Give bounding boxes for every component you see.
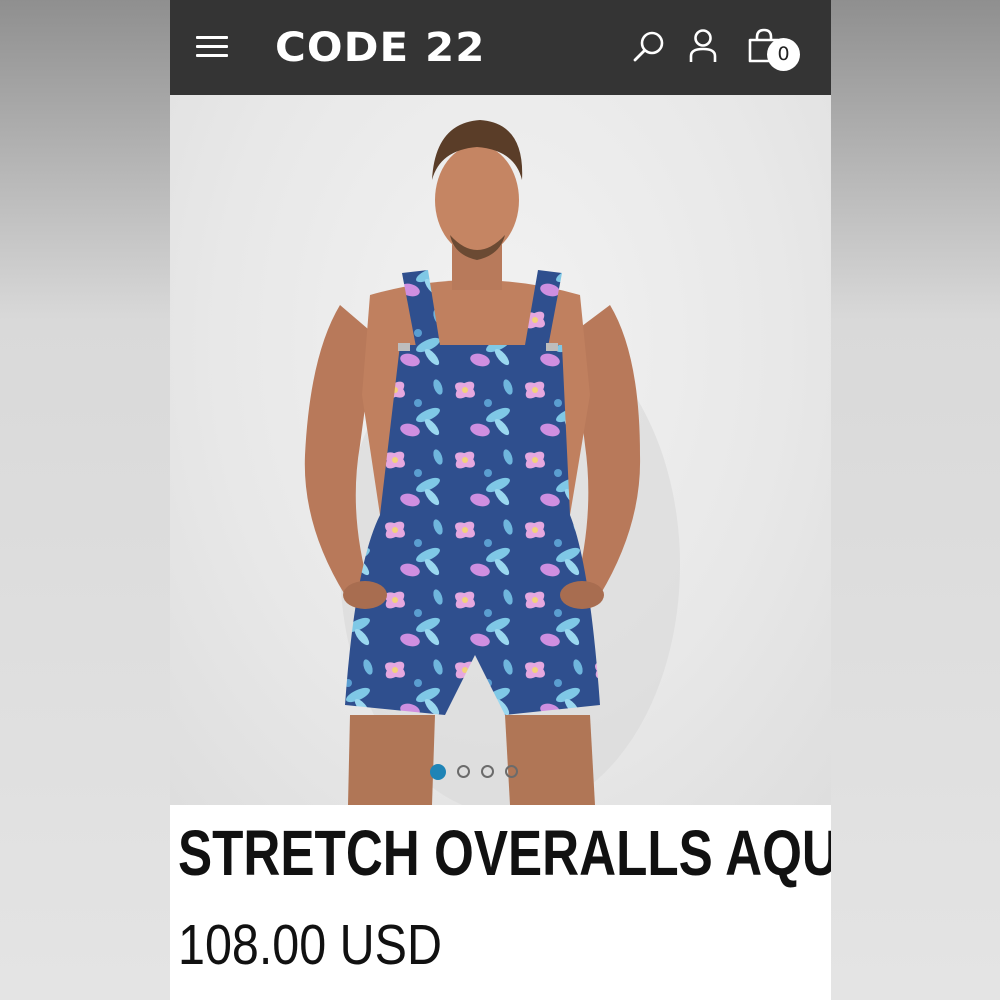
user-icon[interactable] [688, 28, 718, 64]
gallery-dot-3[interactable] [481, 765, 494, 779]
product-photo [304, 120, 680, 805]
hamburger-menu-icon[interactable] [196, 36, 228, 60]
header-bar: CODE 22 0 [170, 0, 831, 95]
product-page: CODE 22 0 STRETCH OVERALLS AQUA 108.00 U… [170, 0, 831, 1000]
product-image-gallery[interactable] [170, 95, 831, 805]
search-icon[interactable] [632, 30, 666, 64]
gallery-dot-4[interactable] [505, 765, 518, 779]
brand-logo[interactable]: CODE 22 [275, 26, 486, 70]
product-title: STRETCH OVERALLS AQUA [178, 817, 831, 889]
gallery-dot-1[interactable] [430, 763, 446, 780]
gallery-dot-2[interactable] [457, 765, 470, 779]
product-price: 108.00 USD [178, 913, 442, 977]
gallery-pagination [430, 763, 529, 783]
cart-count-badge[interactable]: 0 [767, 38, 800, 71]
